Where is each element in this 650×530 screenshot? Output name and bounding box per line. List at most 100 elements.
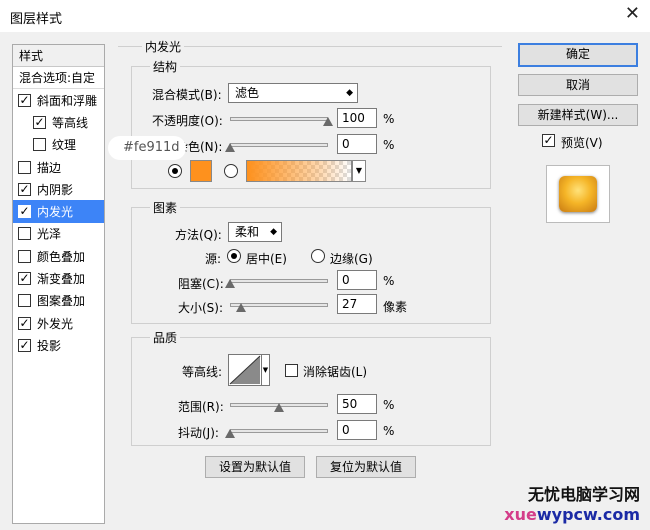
opacity-label: 不透明度(O): [152,114,223,128]
watermark: 无忧电脑学习网 xuewypcw.com [504,481,640,524]
make-default-button[interactable]: 设置为默认值 [205,456,305,478]
style-item[interactable]: 颜色叠加 [13,245,104,267]
jitter-thumb[interactable] [225,429,235,438]
opacity-field[interactable]: 100 [337,108,377,128]
style-item-label: 颜色叠加 [37,249,86,264]
style-item-label: 等高线 [52,115,89,130]
chevron-updown-icon: ◆ [270,227,277,237]
style-item[interactable]: 纹理 [13,134,104,156]
jitter-field[interactable]: 0 [337,420,377,440]
size-field[interactable]: 27 [337,294,377,314]
style-item-label: 渐变叠加 [37,272,86,287]
watermark-prefix: xue [504,505,537,524]
source-label: 源: [205,252,222,266]
new-style-button[interactable]: 新建样式(W)... [518,104,638,126]
color-radio[interactable] [168,164,182,178]
color-tooltip: #fe911d [108,136,186,160]
size-slider[interactable] [230,298,328,312]
style-item-checkbox[interactable] [18,227,31,241]
jitter-slider[interactable] [225,424,328,438]
style-item-checkbox[interactable]: ✓ [18,272,31,286]
style-item-checkbox[interactable]: ✓ [18,182,31,196]
style-item[interactable]: ✓ 内阴影 [13,178,104,200]
style-item[interactable]: ✓ 斜面和浮雕 [13,89,104,111]
noise-percent: % [383,138,395,152]
structure-title: 结构 [150,58,181,75]
style-item-label: 斜面和浮雕 [37,93,98,108]
range-slider[interactable] [230,398,328,412]
opacity-percent: % [383,112,395,126]
window-title: 图层样式 [10,12,63,27]
range-field[interactable]: 50 [337,394,377,414]
preview-swatch [559,176,597,212]
contour-label: 等高线: [182,365,223,379]
style-item-label: 光泽 [37,227,62,242]
style-item-checkbox[interactable] [18,294,31,308]
size-thumb[interactable] [235,303,246,312]
noise-field[interactable]: 0 [337,134,377,154]
preview-label: 预览(V) [561,136,603,150]
style-item-label: 投影 [37,338,62,353]
style-item-label: 内发光 [37,205,74,220]
style-item-checkbox[interactable] [33,138,46,152]
cancel-button[interactable]: 取消 [518,74,638,96]
range-percent: % [383,398,395,412]
style-item[interactable]: ✓ 投影 [13,334,104,356]
choke-field[interactable]: 0 [337,270,377,290]
choke-slider[interactable] [225,274,328,288]
jitter-percent: % [383,424,395,438]
blend-mode-select[interactable]: 滤色 ◆ [228,83,358,103]
source-edge-radio[interactable] [311,249,325,263]
reset-default-button[interactable]: 复位为默认值 [316,456,416,478]
styles-list: 样式 混合选项:自定 ✓ 斜面和浮雕 ✓ 等高线纹理 描边 ✓ 内阴影 ✓ 内发光光泽颜色叠加 ✓… [12,44,105,524]
technique-value: 柔和 [235,225,260,239]
glow-color-swatch[interactable] [190,160,212,182]
gradient-radio[interactable] [224,164,238,178]
style-item[interactable]: 图案叠加 [13,290,104,312]
opacity-slider[interactable] [230,112,333,126]
source-edge-label: 边缘(G) [330,252,373,266]
title-bar: 图层样式 ✕ [0,0,650,32]
style-item[interactable]: ✓ 等高线 [13,111,104,133]
close-icon[interactable]: ✕ [625,3,640,24]
blend-mode-label: 混合模式(B): [152,88,222,102]
jitter-label: 抖动(J): [178,426,219,440]
contour-picker[interactable] [228,354,262,386]
style-item-checkbox[interactable] [18,160,31,174]
style-item-checkbox[interactable]: ✓ [18,316,31,330]
style-item[interactable]: 描边 [13,156,104,178]
style-item-checkbox[interactable]: ✓ [18,205,31,219]
choke-thumb[interactable] [225,279,235,288]
style-item-label: 内阴影 [37,182,74,197]
technique-select[interactable]: 柔和 ◆ [228,222,282,242]
quality-title: 品质 [150,329,181,346]
noise-slider[interactable] [225,138,328,152]
style-item-checkbox[interactable] [18,249,31,263]
technique-label: 方法(Q): [175,228,222,242]
chevron-updown-icon: ◆ [346,88,353,98]
noise-thumb[interactable] [225,143,235,152]
range-thumb[interactable] [274,403,284,412]
style-item-label: 外发光 [37,316,74,331]
style-item-checkbox[interactable]: ✓ [33,115,46,129]
style-item-checkbox[interactable]: ✓ [18,93,31,107]
style-item[interactable]: 光泽 [13,223,104,245]
gradient-swatch[interactable] [246,160,352,182]
choke-label: 阻塞(C): [178,277,224,291]
size-label: 大小(S): [178,301,224,315]
style-item[interactable]: ✓ 内发光 [13,200,104,223]
blending-options[interactable]: 混合选项:自定 [13,67,104,89]
style-item-checkbox[interactable]: ✓ [18,338,31,352]
style-item[interactable]: ✓ 外发光 [13,312,104,334]
range-label: 范围(R): [178,400,224,414]
gradient-dropdown[interactable]: ▼ [352,160,366,182]
ok-button[interactable]: 确定 [518,43,638,67]
contour-curve-icon [229,355,261,385]
styles-header[interactable]: 样式 [13,45,104,67]
anti-alias-checkbox[interactable] [285,364,298,377]
style-item[interactable]: ✓ 渐变叠加 [13,267,104,289]
contour-dropdown[interactable]: ▼ [262,354,270,386]
opacity-thumb[interactable] [323,117,333,126]
preview-checkbox[interactable]: ✓ [542,134,555,147]
source-center-radio[interactable] [227,249,241,263]
